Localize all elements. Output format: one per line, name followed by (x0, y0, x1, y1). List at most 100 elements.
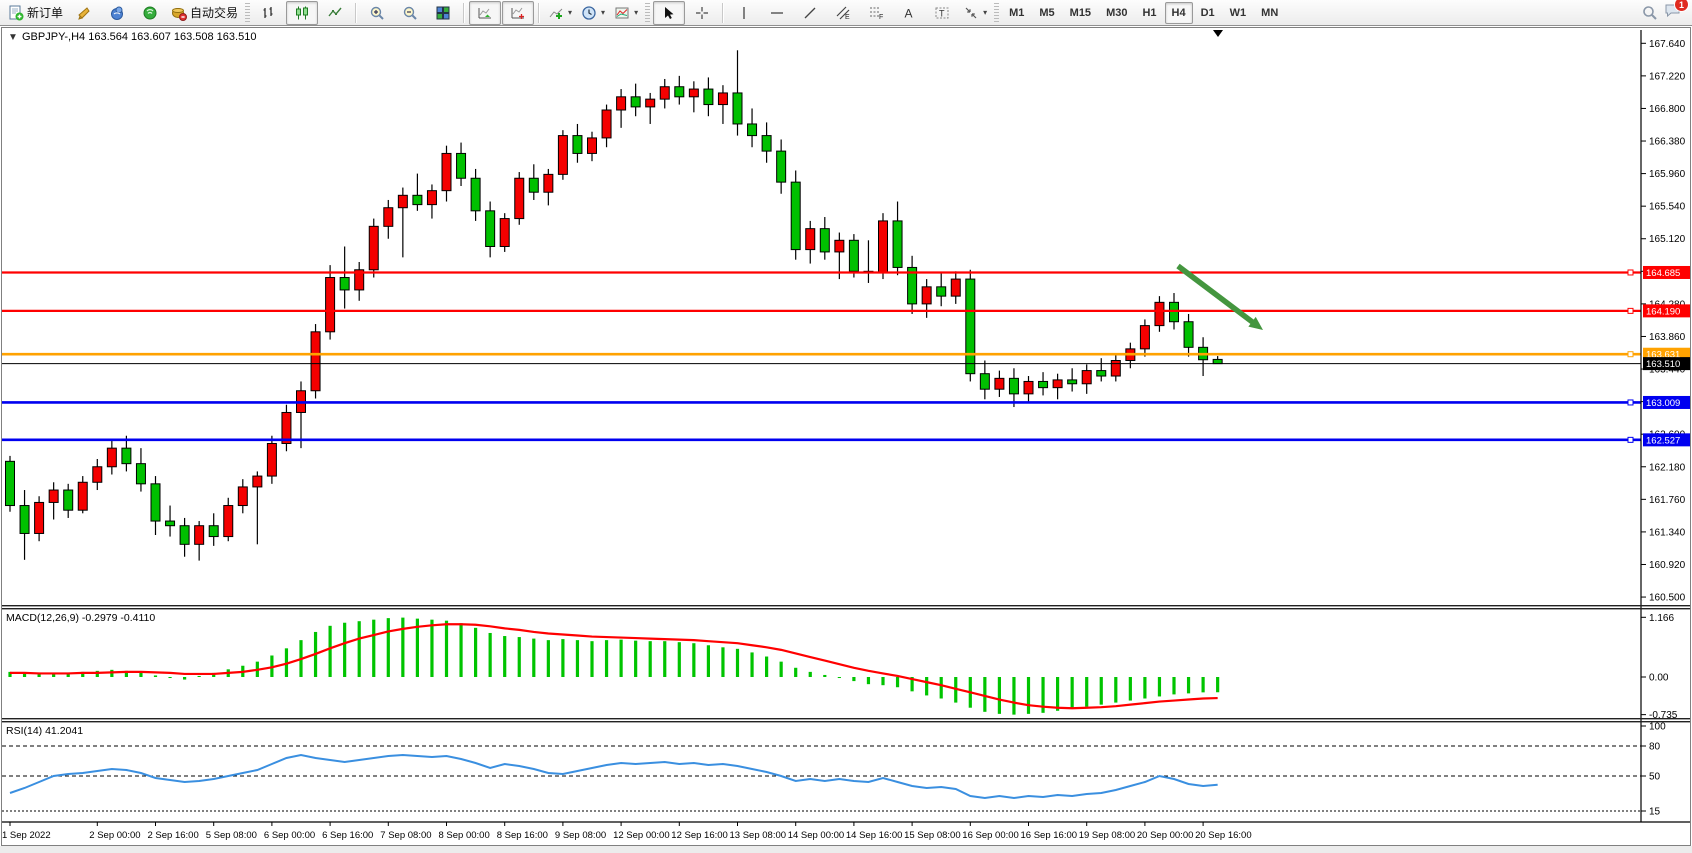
timeframe-mn[interactable]: MN (1254, 2, 1285, 24)
timeframe-m30[interactable]: M30 (1099, 2, 1134, 24)
auto-trading-label: 自动交易 (190, 4, 238, 21)
price-tick: 165.540 (1649, 202, 1686, 213)
ea-navigator-button[interactable] (134, 1, 166, 25)
text-icon: A (901, 5, 917, 21)
timeframe-h1[interactable]: H1 (1135, 2, 1163, 24)
chart-shift-button[interactable] (502, 1, 534, 25)
fibonacci-icon: F (868, 5, 884, 21)
price-tick: 163.860 (1649, 332, 1686, 343)
tile-windows-button[interactable] (427, 1, 459, 25)
channel-tool-button[interactable]: E (827, 1, 859, 25)
zoom-out-icon (402, 5, 418, 21)
time-tick: 16 Sep 00:00 (962, 830, 1019, 841)
templates-button[interactable]: ▾ (610, 1, 642, 25)
timeframe-d1[interactable]: D1 (1194, 2, 1222, 24)
periods-button[interactable]: ▾ (577, 1, 609, 25)
macd-tick: 0.00 (1649, 673, 1669, 684)
macd-label: MACD(12,26,9) -0.2979 -0.4110 (6, 612, 155, 624)
price-line-label: 164.685 (1646, 268, 1680, 279)
rsi-tick: 80 (1649, 742, 1661, 753)
candlestick-chart-icon (294, 5, 310, 21)
svg-text:E: E (845, 14, 850, 21)
time-tick: 14 Sep 00:00 (788, 830, 845, 841)
chart-title: GBPJPY-,H4 163.564 163.607 163.508 163.5… (22, 31, 256, 43)
search-icon[interactable] (1642, 5, 1658, 21)
time-tick: 8 Sep 16:00 (497, 830, 548, 841)
main-toolbar: 新订单 (0, 0, 1692, 26)
svg-text:F: F (879, 14, 883, 21)
new-order-label: 新订单 (27, 4, 63, 21)
timeframe-m1[interactable]: M1 (1002, 2, 1031, 24)
svg-text:A: A (905, 6, 913, 20)
price-tick: 161.340 (1649, 527, 1686, 538)
price-tick: 160.500 (1649, 593, 1686, 604)
timeframe-group: M1M5M15M30H1H4D1W1MN (1002, 2, 1285, 24)
time-tick: 20 Sep 00:00 (1137, 830, 1194, 841)
crosshair-tool-button[interactable] (686, 1, 718, 25)
time-tick: 15 Sep 08:00 (904, 830, 961, 841)
price-tick: 161.760 (1649, 495, 1686, 506)
fibonacci-tool-button[interactable]: F (860, 1, 892, 25)
notification-badge: 1 (1674, 0, 1689, 12)
trendline-tool-button[interactable] (794, 1, 826, 25)
market-watch-icon (76, 5, 92, 21)
price-line-label: 163.009 (1646, 398, 1680, 409)
timeframe-m5[interactable]: M5 (1032, 2, 1061, 24)
time-tick: 6 Sep 16:00 (322, 830, 373, 841)
cursor-tool-button[interactable] (653, 1, 685, 25)
line-chart-button[interactable] (319, 1, 351, 25)
toolbar-separator (538, 3, 540, 23)
bar-chart-icon (261, 5, 277, 21)
tile-windows-icon (435, 5, 451, 21)
candlestick-chart-button[interactable] (286, 1, 318, 25)
arrows-tool-button[interactable]: ▾ (959, 1, 991, 25)
bar-chart-button[interactable] (253, 1, 285, 25)
text-label-tool-button[interactable]: T (926, 1, 958, 25)
chart-canvas[interactable]: MACD(12,26,9) -0.2979 -0.41101.1660.00-0… (0, 26, 1692, 853)
data-window-button[interactable] (101, 1, 133, 25)
vertical-line-tool-button[interactable] (728, 1, 760, 25)
arrows-icon (963, 5, 979, 21)
auto-trading-button[interactable]: 自动交易 (167, 1, 242, 25)
timeframe-m15[interactable]: M15 (1063, 2, 1098, 24)
price-tick: 165.960 (1649, 169, 1686, 180)
indicators-button[interactable]: ▾ (544, 1, 576, 25)
auto-trading-icon (171, 5, 187, 21)
time-tick: 1 Sep 2022 (2, 830, 51, 841)
price-line-label: 163.510 (1646, 359, 1680, 370)
text-label-icon: T (934, 5, 950, 21)
text-tool-button[interactable]: A (893, 1, 925, 25)
indicators-add-icon (548, 5, 564, 21)
price-tick: 166.800 (1649, 104, 1686, 115)
chevron-down-icon: ▾ (983, 8, 987, 17)
horizontal-line-tool-button[interactable] (761, 1, 793, 25)
market-watch-button[interactable] (68, 1, 100, 25)
chevron-down-icon: ▾ (601, 8, 605, 17)
rsi-tick: 100 (1649, 722, 1666, 733)
auto-scroll-button[interactable] (469, 1, 501, 25)
chevron-down-icon: ▾ (634, 8, 638, 17)
svg-text:T: T (939, 8, 945, 18)
ohlc-collapse-arrow[interactable]: ▼ (8, 32, 18, 43)
zoom-out-button[interactable] (394, 1, 426, 25)
timeframe-h4[interactable]: H4 (1165, 2, 1193, 24)
data-window-icon (109, 5, 125, 21)
toolbar-drag-handle[interactable] (994, 3, 999, 23)
toolbar-drag-handle[interactable] (245, 3, 250, 23)
time-tick: 20 Sep 16:00 (1195, 830, 1252, 841)
time-tick: 8 Sep 00:00 (439, 830, 490, 841)
new-order-icon (8, 5, 24, 21)
toolbar-drag-handle[interactable] (645, 3, 650, 23)
price-tick: 166.380 (1649, 137, 1686, 148)
time-tick: 5 Sep 08:00 (206, 830, 257, 841)
terminal-window: 新订单 (0, 0, 1692, 853)
line-chart-icon (327, 5, 343, 21)
time-tick: 12 Sep 16:00 (671, 830, 728, 841)
vertical-line-icon (736, 5, 752, 21)
zoom-in-button[interactable] (361, 1, 393, 25)
cursor-arrow-icon (661, 5, 677, 21)
chart-window: MACD(12,26,9) -0.2979 -0.41101.1660.00-0… (0, 26, 1692, 853)
new-order-button[interactable]: 新订单 (4, 1, 67, 25)
notifications-button[interactable]: 1 (1664, 2, 1682, 23)
timeframe-w1[interactable]: W1 (1223, 2, 1254, 24)
